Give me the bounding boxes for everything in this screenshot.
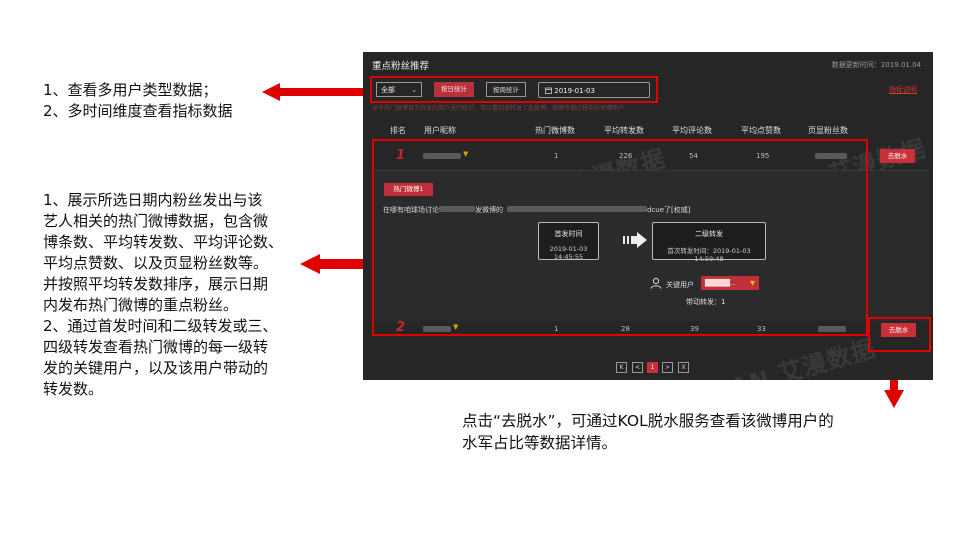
- note-line: 水军占比等数据详情。: [462, 434, 618, 452]
- note-multi-user-type: 1、查看多用户类型数据； 2、多时间维度查看指标数据: [43, 80, 283, 122]
- watermark: MAN 艾漫数据: [703, 334, 880, 380]
- note-line: 1、展示所选日期内粉丝发出与该: [43, 191, 263, 209]
- note-line: 内发布热门微博的重点粉丝。: [43, 296, 239, 314]
- header-avg-comment: 平均评论数: [672, 126, 712, 135]
- header-nickname: 用户昵称: [424, 126, 456, 135]
- header-avg-like: 平均点赞数: [741, 126, 781, 135]
- note-line: 2、通过首发时间和二级转发或三、: [43, 317, 278, 335]
- metric-explanation-link[interactable]: 指标说明: [889, 85, 917, 95]
- page-1-button[interactable]: 1: [647, 362, 658, 373]
- header-hot-weibo: 热门微博数: [535, 126, 575, 135]
- panel-title: 重点粉丝推荐: [372, 61, 430, 72]
- panel-hint: 对于热门微博首次转发的用户进行统计，可以看到谁转发了此微博，微博传播过程中的关键…: [372, 105, 625, 112]
- dehydrate-button[interactable]: 去脱水: [880, 149, 915, 163]
- note-line: 发的关键用户，以及该用户带动的: [43, 359, 269, 377]
- header-avg-forward: 平均转发数: [604, 126, 644, 135]
- note-line: 转发数。: [43, 380, 104, 398]
- note-line: 1、查看多用户类型数据；: [43, 81, 218, 99]
- table-highlight: [372, 139, 868, 336]
- last-page-button[interactable]: X: [678, 362, 689, 373]
- dehydrate-highlight: [868, 317, 931, 352]
- note-line: 点击“去脱水”，可通过KOL脱水服务查看该微博用户的: [462, 412, 834, 430]
- toolbar-highlight: [370, 76, 658, 103]
- note-dehydrate: 点击“去脱水”，可通过KOL脱水服务查看该微博用户的 水军占比等数据详情。: [462, 410, 932, 454]
- note-line: 博条数、平均转发数、平均评论数、: [43, 233, 284, 251]
- note-line: 艺人相关的热门微博数据，包含微: [43, 212, 269, 230]
- prev-page-button[interactable]: <: [632, 362, 643, 373]
- header-fans: 页显粉丝数: [808, 126, 848, 135]
- first-page-button[interactable]: K: [616, 362, 627, 373]
- next-page-button[interactable]: >: [662, 362, 673, 373]
- note-hot-weibo: 1、展示所选日期内粉丝发出与该 艺人相关的热门微博数据，包含微 博条数、平均转发…: [43, 190, 328, 400]
- note-line: 2、多时间维度查看指标数据: [43, 102, 233, 120]
- note-line: 并按照平均转发数排序，展示日期: [43, 275, 269, 293]
- note-line: 四级转发查看热门微博的每一级转: [43, 338, 269, 356]
- left-arrow-icon: [262, 83, 372, 101]
- note-line: 平均点赞数、以及页显粉丝数等。: [43, 254, 269, 272]
- data-update-time: 数据更新时间：2019.01.04: [831, 61, 921, 69]
- header-rank: 排名: [390, 126, 406, 135]
- fan-recommendation-panel: MAN 艾漫数据 MAN 艾漫数据 MAN 艾漫数据 MAN 艾漫数据 MAN …: [363, 52, 933, 380]
